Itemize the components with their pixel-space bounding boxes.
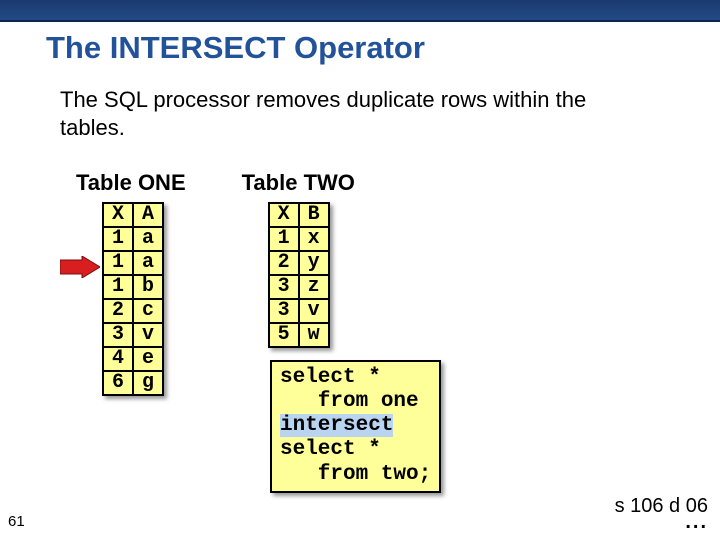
table-row: 3v	[269, 299, 329, 323]
table-row: 2c	[103, 299, 163, 323]
table-header-row: X B	[269, 203, 329, 227]
code-line: from one	[280, 390, 431, 414]
table-two-caption: Table TWO	[242, 170, 355, 196]
table-one-block: Table ONE X A 1a 1a 1b 2c 3v 4e 6g	[76, 170, 186, 396]
col-header: B	[299, 203, 329, 227]
col-header: X	[103, 203, 133, 227]
table-one: X A 1a 1a 1b 2c 3v 4e 6g	[102, 202, 164, 396]
slide-title: The INTERSECT Operator	[46, 30, 425, 66]
table-row: 4e	[103, 347, 163, 371]
table-row: 3v	[103, 323, 163, 347]
table-row: 1a	[103, 251, 163, 275]
table-row: 3z	[269, 275, 329, 299]
col-header: A	[133, 203, 163, 227]
sql-code-box: select * from oneintersectselect * from …	[270, 360, 441, 493]
table-row: 1x	[269, 227, 329, 251]
table-two-wrap: X B 1x 2y 3z 3v 5w	[242, 202, 355, 348]
table-one-caption: Table ONE	[76, 170, 186, 196]
slide-description: The SQL processor removes duplicate rows…	[60, 86, 620, 141]
table-two: X B 1x 2y 3z 3v 5w	[268, 202, 330, 348]
code-line: intersect	[280, 414, 431, 438]
code-highlight: intersect	[280, 414, 393, 437]
code-line: select *	[280, 366, 431, 390]
table-row: 1a	[103, 227, 163, 251]
table-one-wrap: X A 1a 1a 1b 2c 3v 4e 6g	[76, 202, 186, 396]
table-row: 6g	[103, 371, 163, 395]
col-header: X	[269, 203, 299, 227]
table-row: 1b	[103, 275, 163, 299]
table-row: 2y	[269, 251, 329, 275]
top-bar	[0, 0, 720, 22]
table-row: 5w	[269, 323, 329, 347]
code-line: from two;	[280, 463, 431, 487]
continued-dots: ...	[685, 511, 708, 534]
slide-number: 61	[8, 513, 25, 530]
code-line: select *	[280, 438, 431, 462]
table-header-row: X A	[103, 203, 163, 227]
duplicate-arrow-icon	[60, 256, 100, 278]
